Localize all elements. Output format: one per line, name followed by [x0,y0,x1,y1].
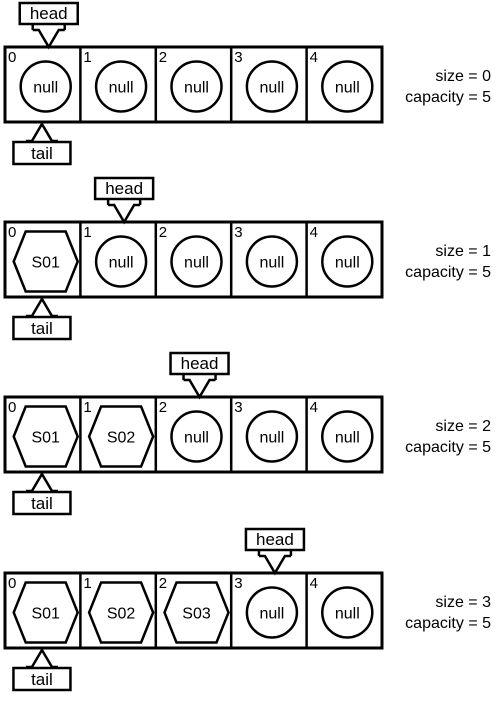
array-cell: 1 null [79,222,148,297]
cell-index-label: 1 [83,399,91,416]
size-label: size = 1 [435,243,491,260]
head-pointer: head [93,176,155,225]
cell-index-label: 4 [310,224,318,241]
array-cell: 3 null [229,573,299,648]
tail-arrow-icon [25,121,58,143]
head-arrow-icon [183,378,216,400]
head-label: head [181,354,219,373]
array-cell: 3 null [229,47,299,122]
cell-index-label: 2 [159,575,167,592]
array-cell: 3 null [229,222,299,297]
null-value-label: null [335,255,360,272]
size-label: size = 3 [435,594,491,611]
capacity-label: capacity = 5 [405,264,491,281]
element-value-label: S01 [31,606,60,623]
cell-index-label: 1 [83,49,91,66]
null-value-label: null [335,606,360,623]
circular-queue-diagram: 0 null 1 null 2 null 3 null 4 null head tail size = … [3,1,491,692]
tail-arrow-icon [25,471,58,493]
array-cell: 2 null [154,47,223,122]
cell-index-label: 3 [234,399,242,416]
queue-state-panel: 0 S01 1 null 2 null 3 null 4 null head tail size = 1… [3,176,491,341]
array-cell: 4 null [305,47,374,122]
cell-index-label: 0 [8,49,16,66]
array-cell: 0 null [8,49,72,113]
tail-pointer: tail [12,296,72,341]
null-value-label: null [109,80,134,97]
null-value-label: null [184,255,209,272]
head-arrow-icon [32,28,65,50]
array-cell: 1 S02 [79,573,155,648]
element-value-label: S01 [31,430,60,447]
capacity-label: capacity = 5 [405,439,491,456]
null-value-label: null [109,255,134,272]
tail-label: tail [31,144,53,163]
array-cell: 2 null [154,222,223,297]
null-value-label: null [335,430,360,447]
queue-state-panel: 0 S01 1 S02 2 S03 3 null 4 null head tail size = 3 ca… [3,527,491,692]
array-cell: 0 S01 [8,399,80,468]
null-value-label: null [33,80,58,97]
head-label: head [30,4,68,23]
array-cell: 4 null [305,397,374,472]
array-cell: 4 null [305,222,374,297]
size-label: size = 0 [435,68,491,85]
array-cell: 0 S01 [8,224,80,293]
head-pointer: head [244,527,306,576]
queue-state-panel: 0 S01 1 S02 2 null 3 null 4 null head tail size = 2 c… [3,351,491,516]
array-cell: 2 null [154,397,223,472]
cell-index-label: 0 [8,575,16,592]
head-pointer: head [169,351,230,400]
element-value-label: S01 [31,255,60,272]
head-arrow-icon [108,203,141,225]
cell-index-label: 0 [8,399,16,416]
null-value-label: null [259,255,284,272]
head-label: head [105,179,143,198]
capacity-label: capacity = 5 [405,615,491,632]
head-arrow-icon [258,554,291,576]
array-cell: 3 null [229,397,299,472]
array-cell: 0 S01 [8,575,80,644]
cell-index-label: 3 [234,575,242,592]
null-value-label: null [184,430,209,447]
cell-index-label: 3 [234,224,242,241]
cell-index-label: 2 [159,49,167,66]
cell-index-label: 4 [310,49,318,66]
cell-index-label: 0 [8,224,16,241]
array-cell: 2 S03 [154,573,230,648]
cell-index-label: 1 [83,224,91,241]
head-label: head [256,530,294,549]
tail-arrow-icon [25,296,58,318]
element-value-label: S03 [182,606,211,623]
element-value-label: S02 [107,430,136,447]
tail-label: tail [31,494,53,513]
array-cell: 1 S02 [79,397,155,472]
queue-state-panel: 0 null 1 null 2 null 3 null 4 null head tail size = … [3,1,491,166]
head-pointer: head [18,1,79,50]
cell-index-label: 2 [159,399,167,416]
null-value-label: null [335,80,360,97]
cell-index-label: 4 [310,399,318,416]
size-label: size = 2 [435,418,491,435]
tail-arrow-icon [25,647,58,669]
array-cell: 4 null [305,573,374,648]
capacity-label: capacity = 5 [405,89,491,106]
tail-pointer: tail [12,471,72,516]
cell-index-label: 3 [234,49,242,66]
element-value-label: S02 [107,606,136,623]
tail-label: tail [31,319,53,338]
tail-label: tail [31,670,53,689]
array-cell: 1 null [79,47,148,122]
cell-index-label: 1 [83,575,91,592]
null-value-label: null [259,606,284,623]
tail-pointer: tail [12,121,72,166]
cell-index-label: 2 [159,224,167,241]
tail-pointer: tail [12,647,72,692]
cell-index-label: 4 [310,575,318,592]
null-value-label: null [259,430,284,447]
null-value-label: null [259,80,284,97]
null-value-label: null [184,80,209,97]
